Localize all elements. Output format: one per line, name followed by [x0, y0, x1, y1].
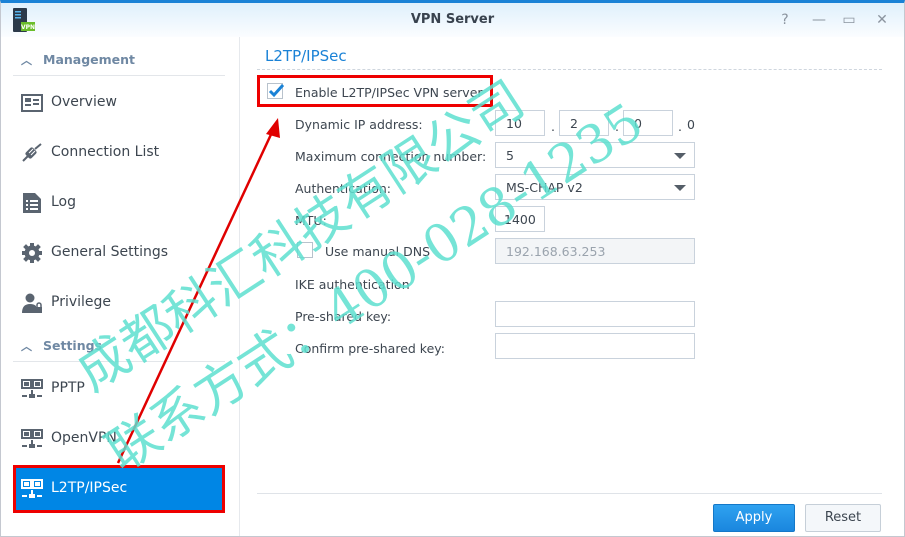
section-settings[interactable]: ︿ Settings — [13, 333, 225, 362]
ip-octet-1[interactable]: 10 — [495, 110, 545, 136]
section-label: Management — [43, 52, 136, 67]
user-lock-icon — [22, 293, 42, 313]
authentication-label: Authentication: — [295, 181, 391, 196]
select-value: 5 — [506, 148, 514, 163]
max-connections-select[interactable]: 5 — [495, 142, 695, 168]
network-icon — [21, 379, 43, 398]
select-value: MS-CHAP v2 — [506, 180, 583, 195]
sidebar-item-label: PPTP — [51, 380, 85, 396]
sidebar-item-label: Overview — [51, 94, 117, 110]
plug-icon — [22, 143, 42, 162]
dropdown-arrow-icon — [674, 185, 686, 191]
ip-octet-3[interactable]: 0 — [623, 110, 673, 136]
pre-shared-key-label: Pre-shared key: — [295, 309, 392, 324]
help-icon[interactable]: ? — [775, 10, 795, 30]
footer-divider — [257, 493, 882, 494]
sidebar-item-l2tp-ipsec[interactable]: L2TP/IPSec — [13, 465, 225, 513]
confirm-key-label: Confirm pre-shared key: — [295, 341, 445, 356]
sidebar-item-privilege[interactable]: Privilege — [13, 283, 225, 323]
sidebar-item-log[interactable]: Log — [13, 183, 225, 223]
ip-separator: . — [678, 119, 682, 134]
authentication-select[interactable]: MS-CHAP v2 — [495, 174, 695, 200]
chevron-up-icon: ︿ — [21, 340, 32, 353]
sidebar-item-label: OpenVPN — [51, 430, 117, 446]
section-label: Settings — [43, 338, 103, 353]
manual-dns-label[interactable]: Use manual DNS — [325, 244, 430, 259]
ike-authentication-heading: IKE authentication — [295, 277, 410, 292]
enable-label[interactable]: Enable L2TP/IPSec VPN server — [295, 85, 483, 100]
log-icon — [23, 193, 41, 213]
enable-checkbox[interactable] — [267, 83, 284, 99]
pre-shared-key-input[interactable] — [495, 301, 695, 327]
sidebar-item-label: L2TP/IPSec — [51, 480, 128, 496]
section-management[interactable]: ︿ Management — [13, 47, 225, 76]
ip-separator: . — [551, 119, 555, 134]
sidebar-item-connection-list[interactable]: Connection List — [13, 133, 225, 173]
title-bar: VPN VPN Server ? — ▭ ✕ — [1, 3, 904, 37]
ip-octet-2[interactable]: 2 — [559, 110, 609, 136]
close-icon[interactable]: ✕ — [872, 10, 892, 30]
maximize-icon[interactable]: ▭ — [839, 10, 859, 30]
max-connections-label: Maximum connection number: — [295, 149, 487, 164]
chevron-up-icon: ︿ — [21, 54, 32, 67]
section-title: L2TP/IPSec — [265, 47, 347, 65]
sidebar-item-label: Log — [51, 194, 77, 210]
reset-button[interactable]: Reset — [805, 504, 881, 532]
minimize-icon[interactable]: — — [809, 10, 829, 30]
sidebar-item-general-settings[interactable]: General Settings — [13, 233, 225, 273]
manual-dns-input[interactable]: 192.168.63.253 — [495, 238, 695, 264]
vpn-server-window: VPN VPN Server ? — ▭ ✕ ︿ Management Over… — [0, 0, 905, 537]
main-panel: L2TP/IPSec Enable L2TP/IPSec VPN server … — [241, 37, 904, 536]
confirm-key-input[interactable] — [495, 333, 695, 359]
mtu-input[interactable]: 1400 — [495, 206, 545, 232]
mtu-label: MTU: — [295, 213, 327, 228]
sidebar-item-openvpn[interactable]: OpenVPN — [13, 419, 225, 459]
sidebar-item-pptp[interactable]: PPTP — [13, 369, 225, 409]
manual-dns-checkbox[interactable] — [297, 242, 313, 258]
sidebar-item-overview[interactable]: Overview — [13, 83, 225, 123]
ip-octet-4: 0 — [687, 117, 695, 132]
apply-button[interactable]: Apply — [713, 504, 795, 532]
gear-icon — [22, 243, 42, 263]
dropdown-arrow-icon — [674, 153, 686, 159]
dynamic-ip-label: Dynamic IP address: — [295, 117, 423, 132]
sidebar-item-label: General Settings — [51, 244, 169, 260]
section-divider — [257, 69, 882, 70]
ip-separator: . — [615, 119, 619, 134]
sidebar-item-label: Connection List — [51, 144, 160, 160]
window-title: VPN Server — [410, 12, 495, 27]
overview-icon — [21, 94, 43, 112]
sidebar-item-label: Privilege — [51, 294, 112, 310]
sidebar: ︿ Management Overview Connection List Lo… — [1, 37, 240, 536]
network-icon — [21, 429, 43, 448]
network-icon — [21, 479, 43, 498]
checkmark-icon — [268, 83, 284, 98]
